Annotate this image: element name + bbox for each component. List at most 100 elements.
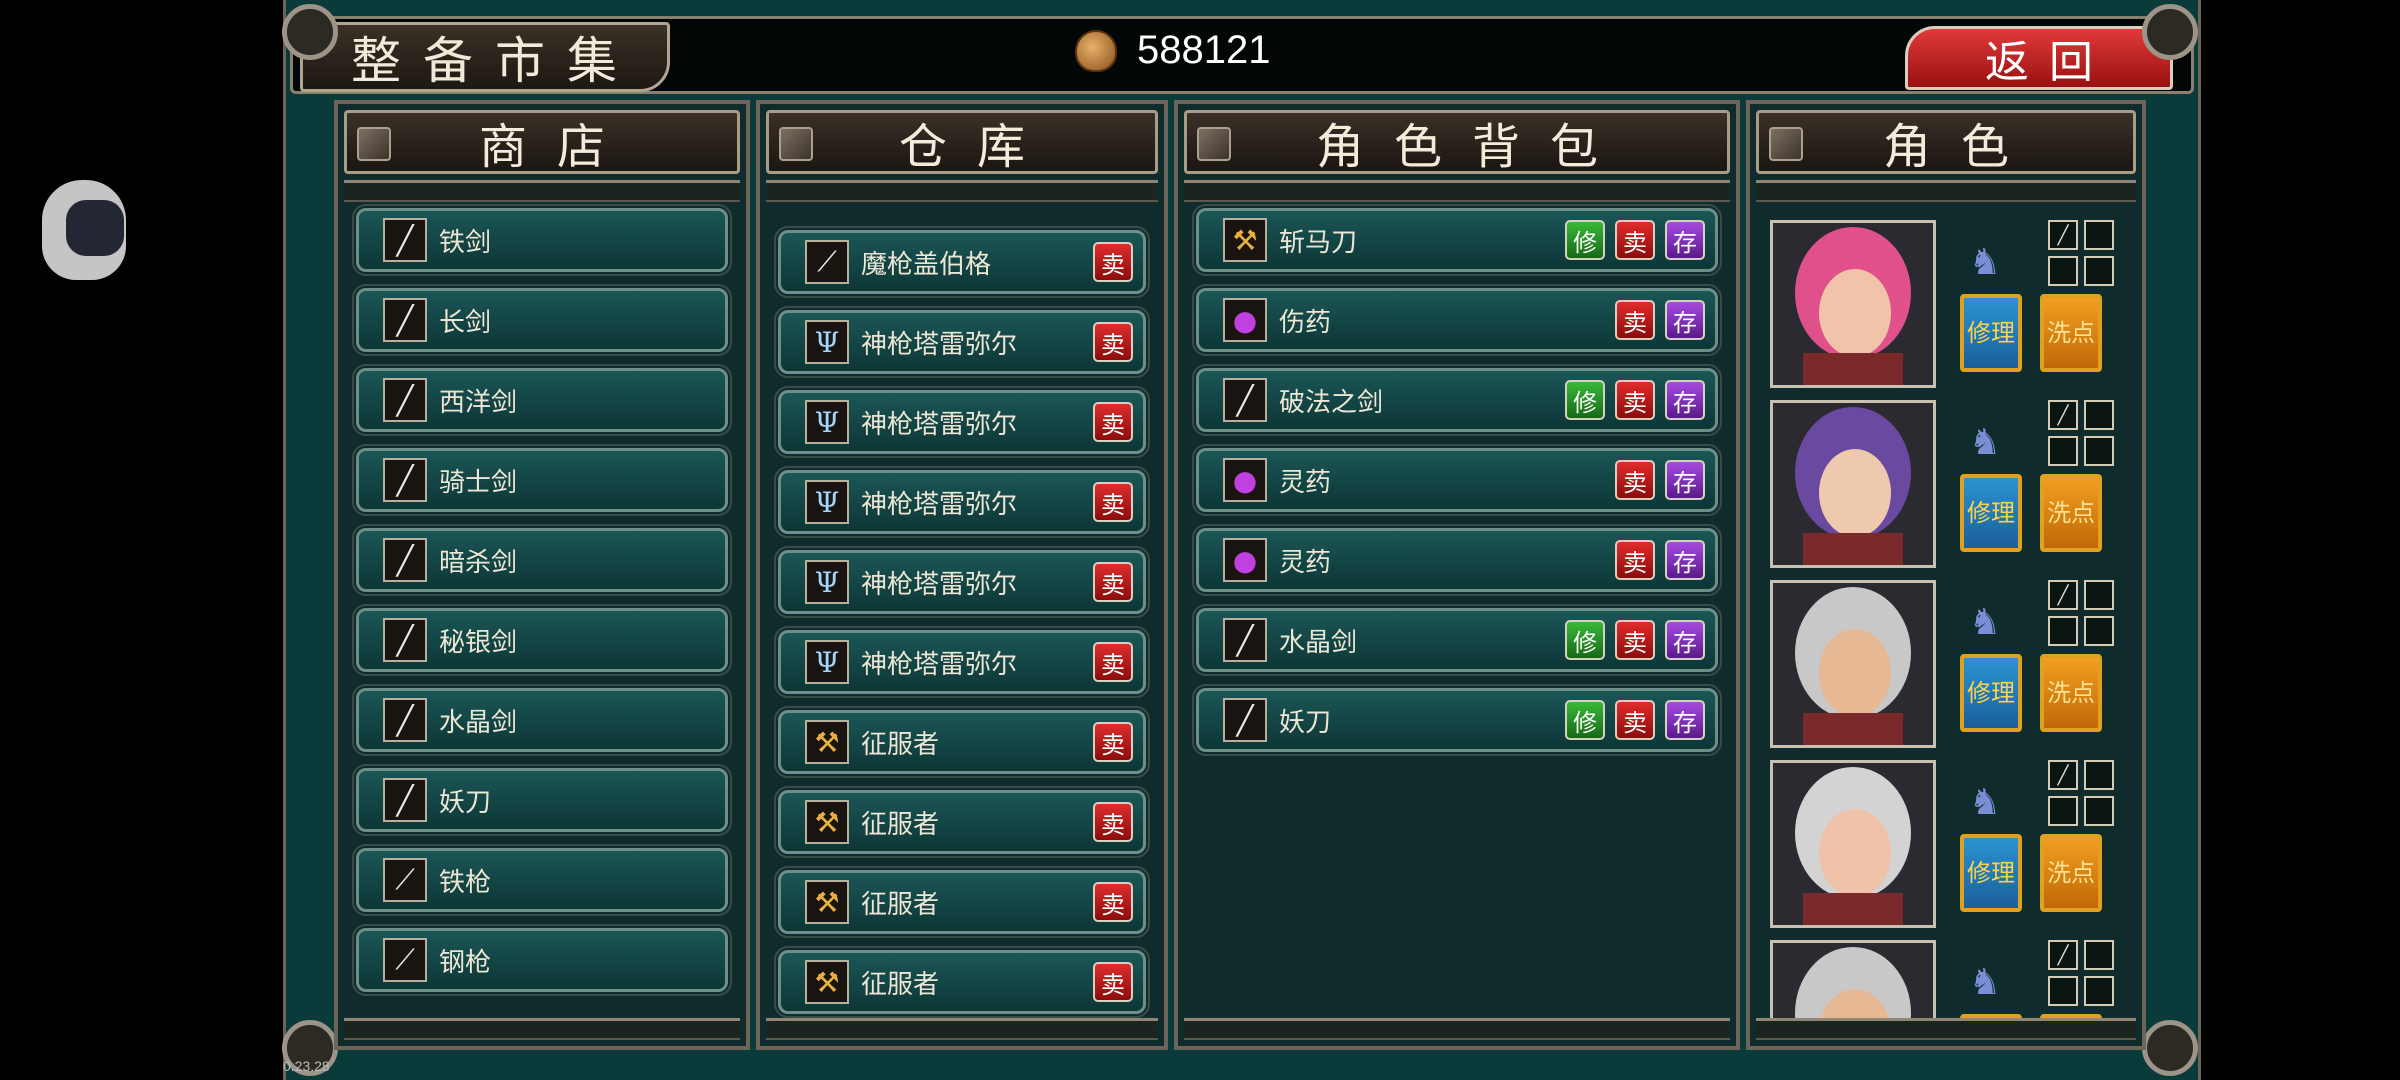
sell-button[interactable]: 卖 xyxy=(1093,562,1133,602)
bag-item[interactable]: ╱ 破法之剑 修卖存 xyxy=(1192,364,1722,436)
warehouse-item[interactable]: ⚒ 征服者 卖 xyxy=(774,786,1150,858)
warehouse-item[interactable]: ⚒ 征服者 卖 xyxy=(774,706,1150,778)
scroll-down-indicator[interactable] xyxy=(1756,1018,2136,1040)
equipment-slot[interactable] xyxy=(2048,436,2078,466)
repair-button[interactable]: 修 xyxy=(1565,220,1605,260)
shop-item[interactable]: ⟋ 钢枪 xyxy=(352,924,732,996)
sell-button[interactable]: 卖 xyxy=(1093,322,1133,362)
reset-points-button[interactable]: 洗点 xyxy=(2040,834,2102,912)
warehouse-item[interactable]: Ψ 神枪塔雷弥尔 卖 xyxy=(774,466,1150,538)
reset-points-button[interactable]: 洗点 xyxy=(2040,654,2102,732)
scroll-up-indicator[interactable] xyxy=(1184,180,1730,202)
equipment-slot[interactable] xyxy=(2084,976,2114,1006)
character-portrait[interactable] xyxy=(1770,760,1936,928)
sell-button[interactable]: 卖 xyxy=(1615,380,1655,420)
back-button[interactable]: 返回 xyxy=(1905,26,2173,90)
sell-button[interactable]: 卖 xyxy=(1615,540,1655,580)
shop-item[interactable]: ╱ 西洋剑 xyxy=(352,364,732,436)
warehouse-item[interactable]: Ψ 神枪塔雷弥尔 卖 xyxy=(774,386,1150,458)
equipment-slot[interactable] xyxy=(2048,256,2078,286)
equipment-slot[interactable]: ╱ xyxy=(2048,220,2078,250)
sell-button[interactable]: 卖 xyxy=(1093,962,1133,1002)
warehouse-item[interactable]: ⚒ 征服者 卖 xyxy=(774,866,1150,938)
reset-points-button[interactable]: 洗点 xyxy=(2040,474,2102,552)
store-button[interactable]: 存 xyxy=(1665,300,1705,340)
warehouse-item[interactable]: ⟋ 魔枪盖伯格 卖 xyxy=(774,226,1150,298)
sell-button[interactable]: 卖 xyxy=(1615,700,1655,740)
equipment-slot[interactable]: ╱ xyxy=(2048,400,2078,430)
sell-button[interactable]: 卖 xyxy=(1093,242,1133,282)
shop-item[interactable]: ╱ 长剑 xyxy=(352,284,732,356)
repair-character-button[interactable]: 修理 xyxy=(1960,474,2022,552)
sell-button[interactable]: 卖 xyxy=(1093,482,1133,522)
sell-button[interactable]: 卖 xyxy=(1093,882,1133,922)
equipment-slot[interactable] xyxy=(2084,400,2114,430)
reset-points-button[interactable]: 洗点 xyxy=(2040,294,2102,372)
warehouse-item[interactable]: ⚒ 征服者 卖 xyxy=(774,946,1150,1018)
scroll-down-indicator[interactable] xyxy=(1184,1018,1730,1040)
sell-button[interactable]: 卖 xyxy=(1093,642,1133,682)
shop-item[interactable]: ╱ 水晶剑 xyxy=(352,684,732,756)
shop-item[interactable]: ╱ 秘银剑 xyxy=(352,604,732,676)
characters-header[interactable]: 角色 xyxy=(1756,110,2136,175)
sell-button[interactable]: 卖 xyxy=(1093,802,1133,842)
store-button[interactable]: 存 xyxy=(1665,380,1705,420)
repair-character-button[interactable]: 修理 xyxy=(1960,654,2022,732)
sell-button[interactable]: 卖 xyxy=(1615,300,1655,340)
sell-button[interactable]: 卖 xyxy=(1093,722,1133,762)
equipment-slot[interactable]: ╱ xyxy=(2048,580,2078,610)
scroll-up-indicator[interactable] xyxy=(1756,180,2136,202)
warehouse-item[interactable]: Ψ 神枪塔雷弥尔 卖 xyxy=(774,546,1150,618)
equipment-slot[interactable] xyxy=(2084,580,2114,610)
warehouse-item[interactable]: Ψ 神枪塔雷弥尔 卖 xyxy=(774,626,1150,698)
store-button[interactable]: 存 xyxy=(1665,220,1705,260)
sell-button[interactable]: 卖 xyxy=(1615,220,1655,260)
floating-assistant-button[interactable] xyxy=(42,180,126,280)
repair-character-button[interactable]: 修理 xyxy=(1960,834,2022,912)
equipment-slot[interactable] xyxy=(2084,436,2114,466)
scroll-up-indicator[interactable] xyxy=(766,180,1158,202)
equipment-slot[interactable] xyxy=(2084,616,2114,646)
equipment-slot[interactable]: ╱ xyxy=(2048,940,2078,970)
sell-button[interactable]: 卖 xyxy=(1615,460,1655,500)
equipment-slot[interactable] xyxy=(2084,256,2114,286)
shop-item[interactable]: ╱ 铁剑 xyxy=(352,204,732,276)
bag-item[interactable]: ╱ 水晶剑 修卖存 xyxy=(1192,604,1722,676)
character-portrait[interactable] xyxy=(1770,940,1936,1020)
store-button[interactable]: 存 xyxy=(1665,700,1705,740)
repair-button[interactable]: 修 xyxy=(1565,380,1605,420)
warehouse-header[interactable]: 仓库 xyxy=(766,110,1158,175)
warehouse-item[interactable]: Ψ 神枪塔雷弥尔 卖 xyxy=(774,306,1150,378)
sell-button[interactable]: 卖 xyxy=(1093,402,1133,442)
sell-button[interactable]: 卖 xyxy=(1615,620,1655,660)
bag-item[interactable]: ● 灵药 卖存 xyxy=(1192,444,1722,516)
bag-header[interactable]: 角色背包 xyxy=(1184,110,1730,175)
bag-item[interactable]: ╱ 妖刀 修卖存 xyxy=(1192,684,1722,756)
scroll-down-indicator[interactable] xyxy=(344,1018,740,1040)
equipment-slot[interactable] xyxy=(2048,976,2078,1006)
bag-item[interactable]: ⚒ 斩马刀 修卖存 xyxy=(1192,204,1722,276)
equipment-slot[interactable] xyxy=(2084,760,2114,790)
store-button[interactable]: 存 xyxy=(1665,540,1705,580)
equipment-slot[interactable] xyxy=(2048,616,2078,646)
character-portrait[interactable] xyxy=(1770,580,1936,748)
repair-button[interactable]: 修 xyxy=(1565,700,1605,740)
equipment-slot[interactable] xyxy=(2084,220,2114,250)
repair-character-button[interactable]: 修理 xyxy=(1960,294,2022,372)
shop-item[interactable]: ╱ 暗杀剑 xyxy=(352,524,732,596)
equipment-slot[interactable]: ╱ xyxy=(2048,760,2078,790)
shop-item[interactable]: ⟋ 铁枪 xyxy=(352,844,732,916)
shop-item[interactable]: ╱ 妖刀 xyxy=(352,764,732,836)
shop-header[interactable]: 商店 xyxy=(344,110,740,175)
bag-item[interactable]: ● 伤药 卖存 xyxy=(1192,284,1722,356)
scroll-up-indicator[interactable] xyxy=(344,180,740,202)
equipment-slot[interactable] xyxy=(2048,796,2078,826)
store-button[interactable]: 存 xyxy=(1665,620,1705,660)
shop-item[interactable]: ╱ 骑士剑 xyxy=(352,444,732,516)
repair-button[interactable]: 修 xyxy=(1565,620,1605,660)
scroll-down-indicator[interactable] xyxy=(766,1018,1158,1040)
bag-item[interactable]: ● 灵药 卖存 xyxy=(1192,524,1722,596)
character-portrait[interactable] xyxy=(1770,400,1936,568)
equipment-slot[interactable] xyxy=(2084,940,2114,970)
character-portrait[interactable] xyxy=(1770,220,1936,388)
